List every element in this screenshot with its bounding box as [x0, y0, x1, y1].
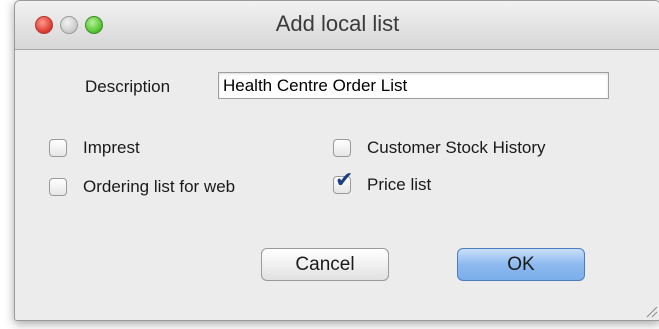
ordering-list-for-web-option[interactable]: Ordering list for web [49, 177, 235, 197]
resize-grip-icon[interactable] [644, 304, 658, 318]
cancel-button[interactable]: Cancel [261, 248, 389, 281]
imprest-option[interactable]: Imprest [49, 138, 140, 158]
customer-stock-history-label: Customer Stock History [367, 138, 546, 157]
ordering-list-for-web-label: Ordering list for web [83, 177, 236, 196]
description-field[interactable] [218, 72, 609, 99]
ok-button[interactable]: OK [457, 248, 585, 281]
imprest-label: Imprest [83, 138, 140, 157]
customer-stock-history-option[interactable]: Customer Stock History [333, 138, 546, 158]
window-title: Add local list [275, 11, 400, 36]
title-bar[interactable]: Add local list [15, 1, 659, 50]
checkmark-icon: ✔ [335, 167, 354, 192]
add-local-list-dialog: Add local list Description Imprest Order… [14, 0, 659, 321]
ordering-list-for-web-checkbox[interactable] [49, 178, 67, 196]
price-list-label: Price list [367, 175, 432, 194]
description-label: Description [85, 77, 171, 96]
price-list-checkbox[interactable]: ✔ [333, 169, 353, 194]
price-list-option[interactable]: ✔ Price list [333, 169, 432, 195]
customer-stock-history-checkbox[interactable] [333, 139, 351, 157]
imprest-checkbox[interactable] [49, 139, 67, 157]
